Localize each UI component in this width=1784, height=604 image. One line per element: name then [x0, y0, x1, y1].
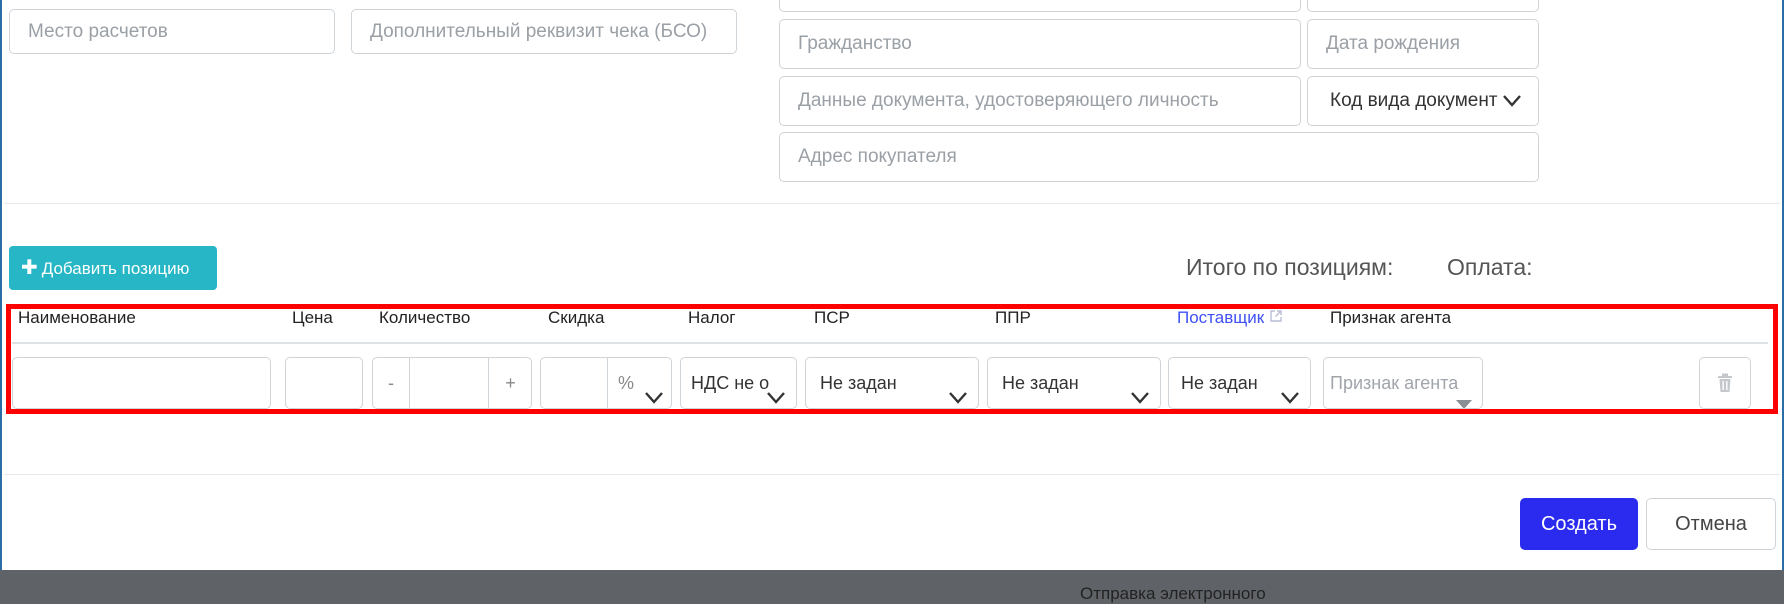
footer-divider [4, 474, 1780, 475]
discount-unit-value: % [618, 373, 635, 393]
buyer-address-field[interactable]: Адрес покупателя [779, 132, 1539, 182]
table-header-divider [12, 342, 1768, 344]
discount-group: % [540, 357, 672, 409]
additional-requisite-field[interactable]: Дополнительный реквизит чека (БСО) [351, 9, 737, 54]
background-peek-text: Отправка электронного [1080, 584, 1266, 603]
chevron-down-icon [1502, 77, 1524, 125]
quantity-minus-button[interactable]: - [373, 358, 409, 408]
citizenship-field[interactable]: Гражданство [779, 19, 1301, 69]
background-page: Отправка электронного [0, 570, 1784, 603]
psr-value: Не задан [820, 373, 897, 393]
cancel-button[interactable]: Отмена [1646, 498, 1776, 550]
section-divider [4, 203, 1780, 204]
cut-input-left[interactable] [779, 0, 1301, 12]
col-tax: Налог [688, 308, 736, 327]
place-of-settlement-field[interactable]: Место расчетов [9, 9, 335, 54]
col-agent-sign: Признак агента [1330, 308, 1452, 327]
add-position-label: Добавить позицию [41, 259, 190, 278]
agent-sign-placeholder: Признак агента [1330, 373, 1459, 393]
tax-value: НДС не о [691, 373, 770, 393]
doc-type-select[interactable]: Код вида документ [1307, 76, 1539, 126]
chevron-down-icon [1130, 374, 1150, 408]
cut-input-right[interactable] [1307, 0, 1539, 12]
ppr-select[interactable]: Не задан [987, 357, 1161, 409]
chevron-down-icon [644, 374, 664, 408]
quantity-stepper: - + [372, 357, 532, 409]
delete-position-button[interactable] [1699, 357, 1751, 409]
psr-select[interactable]: Не задан [805, 357, 979, 409]
col-quantity: Количество [379, 308, 471, 327]
col-name: Наименование [18, 308, 136, 327]
agent-sign-select[interactable]: Признак агента [1323, 357, 1483, 409]
external-link-icon [1269, 308, 1283, 327]
payment-label: Оплата: [1447, 254, 1533, 280]
birth-date-field[interactable]: Дата рождения [1307, 19, 1539, 69]
id-document-field[interactable]: Данные документа, удостоверяющего личнос… [779, 76, 1301, 126]
quantity-plus-button[interactable]: + [488, 358, 531, 408]
receipt-modal: Место расчетов Дополнительный реквизит ч… [0, 0, 1784, 570]
col-price: Цена [292, 308, 333, 327]
col-psr: ПСР [814, 308, 850, 327]
add-position-button[interactable]: ✚ Добавить позицию [9, 246, 217, 290]
chevron-down-icon [948, 374, 968, 408]
item-name-input[interactable] [12, 357, 271, 409]
tax-select[interactable]: НДС не о [680, 357, 797, 409]
total-positions-label: Итого по позициям: [1186, 254, 1394, 280]
supplier-select[interactable]: Не задан [1168, 357, 1311, 409]
ppr-value: Не задан [1002, 373, 1079, 393]
supplier-value: Не задан [1181, 373, 1258, 393]
col-discount: Скидка [548, 308, 605, 327]
chevron-down-icon [766, 374, 786, 408]
discount-input[interactable] [541, 358, 607, 408]
chevron-down-icon [1280, 374, 1300, 408]
doc-type-value: Код вида документ [1330, 90, 1498, 111]
quantity-input[interactable] [409, 358, 488, 408]
plus-icon: ✚ [21, 257, 38, 279]
supplier-link-label: Поставщик [1177, 308, 1265, 327]
col-ppr: ППР [995, 308, 1031, 327]
discount-unit-select[interactable]: % [607, 358, 671, 408]
caret-down-icon [1456, 379, 1472, 408]
item-price-input[interactable] [285, 357, 363, 409]
col-supplier-link[interactable]: Поставщик [1177, 308, 1283, 328]
create-button[interactable]: Создать [1520, 498, 1638, 550]
